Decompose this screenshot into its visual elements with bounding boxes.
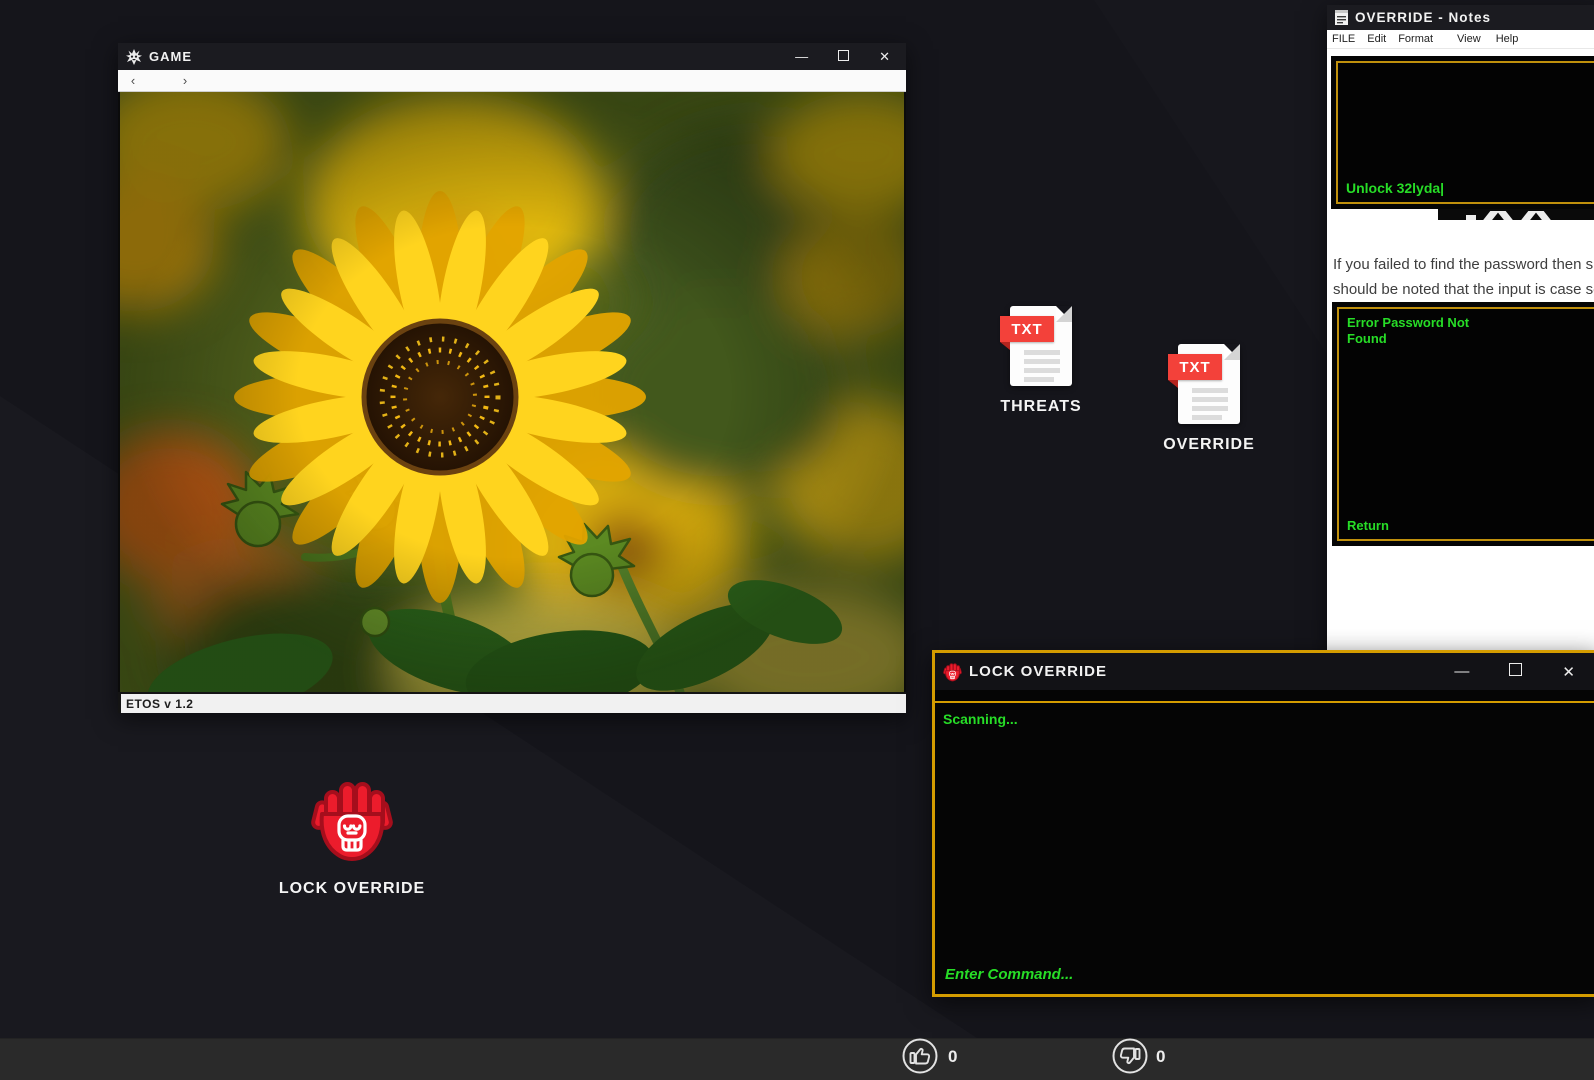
lock-titlebar[interactable]: LOCK OVERRIDE — ✕ (935, 653, 1594, 690)
page-fold (1056, 306, 1072, 322)
close-button[interactable]: ✕ (1562, 663, 1575, 681)
divider (935, 701, 1594, 703)
error-line-2: Found (1347, 331, 1469, 347)
maximize-button[interactable] (1509, 663, 1522, 680)
return-label: Return (1347, 518, 1389, 533)
menu-edit[interactable]: Edit (1367, 33, 1386, 45)
game-version-label: ETOS v 1.2 (126, 697, 193, 711)
notes-paragraph: If you failed to find the password then … (1333, 252, 1594, 302)
game-status-bar: ETOS v 1.2 (118, 692, 906, 713)
notes-terminal-screenshot-1: Unlock 32lyda| (1331, 56, 1594, 209)
game-navbar: ‹ › (118, 70, 906, 92)
sunflower-photo (118, 92, 906, 692)
desktop: GAME — ✕ ‹ › (0, 0, 1594, 1080)
menu-view[interactable]: View (1457, 33, 1481, 45)
thumbs-down-icon[interactable] (1111, 1037, 1149, 1075)
close-button[interactable]: ✕ (879, 49, 890, 65)
lock-window-title: LOCK OVERRIDE (969, 663, 1107, 680)
txt-badge: TXT (1168, 354, 1222, 380)
command-input[interactable] (943, 965, 1283, 984)
badge-fold (1168, 380, 1178, 388)
taskbar: 0 0 (0, 1038, 1594, 1080)
hand-skull-icon-small (943, 661, 962, 683)
game-window-title: GAME (149, 49, 192, 64)
back-icon[interactable]: ‹ (122, 73, 144, 88)
txt-file-icon[interactable]: TXT (1010, 306, 1072, 386)
game-skull-icon (126, 49, 142, 65)
icon-label-threats[interactable]: THREATS (971, 398, 1111, 416)
txt-badge: TXT (1000, 316, 1054, 342)
scan-status-text: Scanning... (943, 711, 1018, 727)
icon-label-override[interactable]: OVERRIDE (1139, 436, 1279, 454)
notes-document[interactable]: Unlock 32lyda| If you failed to find the… (1327, 49, 1594, 657)
error-line-1: Error Password Not (1347, 315, 1469, 331)
minimize-button[interactable]: — (795, 49, 808, 64)
minimize-button[interactable]: — (1454, 663, 1469, 680)
notes-titlebar[interactable]: OVERRIDE - Notes (1327, 5, 1594, 30)
lock-override-window: LOCK OVERRIDE — ✕ Scanning... (932, 650, 1594, 997)
hand-skull-icon[interactable] (310, 772, 394, 868)
txt-file-icon[interactable]: TXT (1178, 344, 1240, 424)
menu-file[interactable]: FILE (1332, 33, 1355, 45)
unlock-hint-text: Unlock 32lyda (1346, 180, 1440, 196)
clipped-skull-image (1438, 209, 1594, 220)
page-fold (1224, 344, 1240, 360)
maximize-button[interactable] (838, 49, 849, 64)
menu-format[interactable]: Format (1398, 33, 1433, 45)
notes-window-title: OVERRIDE - Notes (1355, 10, 1491, 25)
badge-fold (1000, 342, 1010, 350)
game-window: GAME — ✕ ‹ › (118, 43, 906, 713)
forward-icon[interactable]: › (174, 73, 196, 88)
paragraph-line-2: should be noted that the input is case s… (1333, 277, 1594, 302)
game-titlebar[interactable]: GAME — ✕ (118, 43, 906, 70)
notes-window: OVERRIDE - Notes FILE Edit Format View H… (1327, 5, 1594, 657)
likes-count: 0 (948, 1047, 957, 1067)
text-cursor: | (1440, 180, 1444, 196)
paragraph-line-1: If you failed to find the password then … (1333, 252, 1594, 277)
notes-terminal-screenshot-2: Error Password Not Found Return (1332, 302, 1594, 546)
notepad-icon (1335, 10, 1348, 25)
icon-label-lock-override[interactable]: LOCK OVERRIDE (272, 880, 432, 898)
dislikes-count: 0 (1156, 1047, 1165, 1067)
notes-menubar: FILE Edit Format View Help (1327, 30, 1594, 49)
thumbs-up-icon[interactable] (901, 1037, 939, 1075)
menu-help[interactable]: Help (1496, 33, 1519, 45)
